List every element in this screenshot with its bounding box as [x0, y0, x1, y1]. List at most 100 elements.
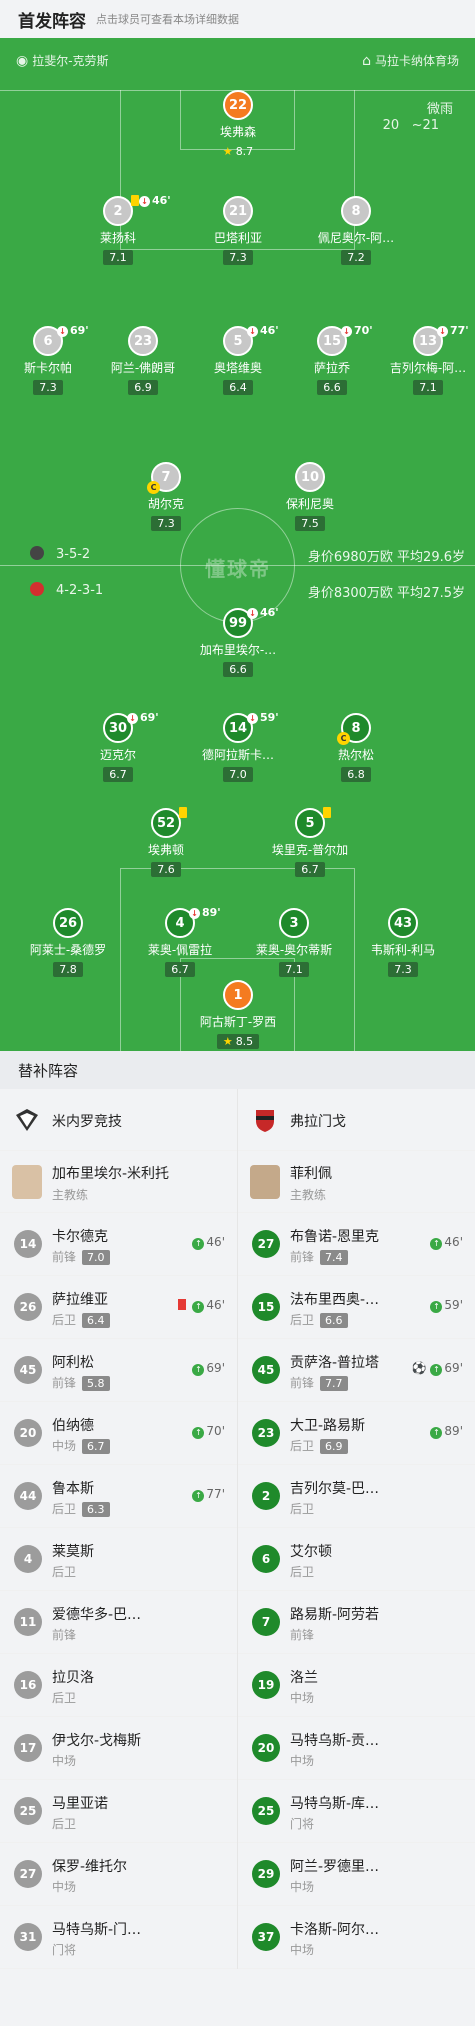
jersey-number: 45 [252, 1356, 280, 1384]
captain-badge-icon: C [337, 732, 350, 745]
jersey-number: 44 [14, 1482, 42, 1510]
player-rating: 6.9 [320, 1439, 348, 1454]
away-player[interactable]: 15 ↓ 70' 萨拉乔 6.6 [284, 324, 380, 395]
player-position: 后卫 [52, 1817, 77, 1831]
star-icon: ★ [222, 1035, 233, 1048]
sub-player-row[interactable]: 25 马里亚诺 后卫 [0, 1780, 237, 1843]
away-player[interactable]: 10 保利尼奥 7.5 [262, 462, 358, 531]
jersey-number: 43 [388, 908, 418, 938]
player-name: 吉列尔莫-巴… [290, 1481, 380, 1497]
away-player[interactable]: 2 ↓ 46' 莱扬科 7.1 [70, 194, 171, 265]
home-player[interactable]: 26 阿莱士-桑德罗 7.8 [20, 908, 116, 977]
home-player[interactable]: 3 莱奥-奥尔蒂斯 7.1 [246, 908, 342, 977]
right-coach-row[interactable]: 菲利佩 主教练 [238, 1151, 475, 1213]
sub-player-row[interactable]: 44 鲁本斯 后卫 6.3 ↑ 77' [0, 1465, 237, 1528]
away-formation: 3-5-2 [30, 546, 90, 562]
sub-in-icon: ↑ [192, 1301, 205, 1313]
sub-player-row[interactable]: 27 保罗-维托尔 中场 [0, 1843, 237, 1906]
player-position: 中场 [290, 1754, 315, 1768]
away-player[interactable]: 22 埃弗森 ★ 8.7 [190, 90, 286, 159]
jersey-number: 8C [337, 713, 371, 745]
away-player[interactable]: 7 C 胡尔克 7.3 [118, 462, 214, 531]
sub-player-row[interactable]: 23 大卫-路易斯 后卫 6.9 ↑ 89' [238, 1402, 475, 1465]
jersey-number: 14 [14, 1230, 42, 1258]
sub-player-row[interactable]: 14 卡尔德克 前锋 7.0 ↑ 46' [0, 1213, 237, 1276]
home-player[interactable]: 30 ↓ 69' 迈克尔 6.7 [70, 711, 166, 782]
player-name: 卡洛斯-阿尔… [290, 1922, 380, 1938]
lineup-header: 首发阵容 点击球员可查看本场详细数据 [0, 0, 475, 38]
sub-player-row[interactable]: 31 马特乌斯-门… 门将 [0, 1906, 237, 1969]
player-position: 中场 [290, 1943, 315, 1957]
sub-in-event: ↑ 46' [192, 1235, 225, 1250]
player-rating: 7.6 [151, 862, 181, 877]
player-name: 法布里西奥-… [290, 1292, 380, 1308]
sub-player-row[interactable]: 16 拉贝洛 后卫 [0, 1654, 237, 1717]
player-position: 门将 [52, 1943, 77, 1957]
sub-player-row[interactable]: 45 贡萨洛-普拉塔 前锋 7.7 ⚽ ↑ 69' [238, 1339, 475, 1402]
sub-player-row[interactable]: 45 阿利松 前锋 5.8 ↑ 69' [0, 1339, 237, 1402]
player-name: 洛兰 [290, 1670, 318, 1686]
home-coach-label: ◉ 拉斐尔-克劳斯 [16, 53, 109, 69]
sub-player-row[interactable]: 15 法布里西奥-… 后卫 6.6 ↑ 59' [238, 1276, 475, 1339]
player-name: 伊戈尔-戈梅斯 [52, 1733, 142, 1749]
left-team-name: 米内罗竞技 [52, 1114, 122, 1130]
left-coach-row[interactable]: 加布里埃尔-米利托 主教练 [0, 1151, 237, 1213]
sub-player-row[interactable]: 25 马特乌斯-库… 门将 [238, 1780, 475, 1843]
home-player[interactable]: 5 埃里克-普尔加 6.7 [262, 807, 358, 877]
sub-player-row[interactable]: 20 伯纳德 中场 6.7 ↑ 70' [0, 1402, 237, 1465]
jersey-number: 30 ↓ 69' [103, 711, 159, 743]
pitch-info-row: ◉ 拉斐尔-克劳斯 ⌂ 马拉卡纳体育场 [0, 38, 475, 78]
player-rating: ★ 8.7 [222, 145, 254, 158]
home-player[interactable]: 1 阿古斯丁-罗西 ★ 8.5 [190, 980, 286, 1049]
player-name: 莱莫斯 [52, 1544, 94, 1560]
home-player[interactable]: 8 C 热尔松 6.8 [308, 713, 404, 782]
sub-player-row[interactable]: 4 莱莫斯 后卫 [0, 1528, 237, 1591]
sub-in-event: ⚽ ↑ 69' [411, 1361, 463, 1376]
sub-player-row[interactable]: 27 布鲁诺-恩里克 前锋 7.4 ↑ 46' [238, 1213, 475, 1276]
sub-player-row[interactable]: 6 艾尔顿 后卫 [238, 1528, 475, 1591]
sub-player-row[interactable]: 2 吉列尔莫-巴… 后卫 [238, 1465, 475, 1528]
away-player[interactable]: 13 ↓ 77' 吉列尔梅-阿… 7.1 [380, 324, 475, 395]
home-player[interactable]: 52 埃弗顿 7.6 [118, 807, 214, 877]
player-name: 马里亚诺 [52, 1796, 108, 1812]
jersey-number: 14 ↓ 59' [223, 711, 279, 743]
away-player[interactable]: 8 佩尼奥尔-阿… 7.2 [308, 196, 404, 265]
jersey-number: 99 ↓ 46' [223, 606, 279, 638]
sub-player-row[interactable]: 11 爱德华多-巴… 前锋 [0, 1591, 237, 1654]
sub-player-row[interactable]: 26 萨拉维亚 后卫 6.4 ↑ 46' [0, 1276, 237, 1339]
away-player[interactable]: 21 巴塔利亚 7.3 [190, 196, 286, 265]
player-rating: 7.0 [82, 1250, 110, 1265]
player-rating: 6.8 [341, 767, 371, 782]
right-team-header[interactable]: 弗拉门戈 [238, 1089, 475, 1151]
away-player[interactable]: 5 ↓ 46' 奥塔维奥 6.4 [190, 324, 286, 395]
captain-badge-icon: C [147, 481, 160, 494]
home-player[interactable]: 14 ↓ 59' 德阿拉斯卡… 7.0 [190, 711, 286, 782]
player-name: 埃弗顿 [147, 843, 184, 857]
sub-player-row[interactable]: 17 伊戈尔-戈梅斯 中场 [0, 1717, 237, 1780]
player-rating: 6.4 [82, 1313, 110, 1328]
atletico-mineiro-logo-icon [16, 1109, 38, 1131]
jersey-number: 2 [252, 1482, 280, 1510]
away-team-icon [30, 546, 44, 560]
sub-player-row[interactable]: 29 阿兰-罗德里… 中场 [238, 1843, 475, 1906]
player-rating: 6.7 [295, 862, 325, 877]
sub-player-row[interactable]: 37 卡洛斯-阿尔… 中场 [238, 1906, 475, 1969]
away-team-value: 身价6980万欧 平均29.6岁 [307, 550, 465, 565]
pitch: ◉ 拉斐尔-克劳斯 ⌂ 马拉卡纳体育场 微雨 20 ~21 懂球帝 3-5-2 身价… [0, 38, 475, 1051]
home-player[interactable]: 4 ↓ 89' 莱奥-佩雷拉 6.7 [132, 906, 228, 977]
player-position: 中场 [290, 1880, 315, 1894]
jersey-number: 6 ↓ 69' [33, 324, 89, 356]
player-name: 保利尼奥 [285, 497, 334, 511]
sub-player-row[interactable]: 19 洛兰 中场 [238, 1654, 475, 1717]
away-player[interactable]: 23 阿兰-佛朗哥 6.9 [95, 326, 191, 395]
left-team-header[interactable]: 米内罗竞技 [0, 1089, 237, 1151]
home-player[interactable]: 99 ↓ 46' 加布里埃尔-… 6.6 [190, 606, 286, 677]
sub-in-event: ↑ 59' [430, 1298, 463, 1313]
player-rating: 6.6 [317, 380, 347, 395]
jersey-number: 19 [252, 1671, 280, 1699]
away-player[interactable]: 6 ↓ 69' 斯卡尔帕 7.3 [0, 324, 96, 395]
sub-player-row[interactable]: 7 路易斯-阿劳若 前锋 [238, 1591, 475, 1654]
sub-player-row[interactable]: 20 马特乌斯-贡… 中场 [238, 1717, 475, 1780]
home-player[interactable]: 43 韦斯利-利马 7.3 [355, 908, 451, 977]
player-name: 阿利松 [52, 1355, 94, 1371]
